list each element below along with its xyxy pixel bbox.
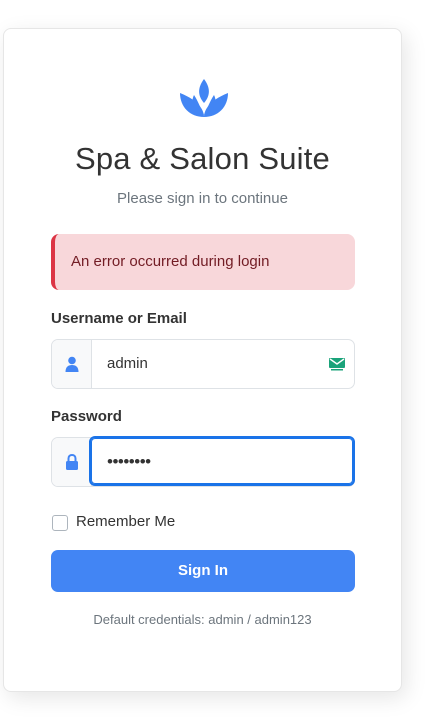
default-credentials-hint: Default credentials: admin / admin123 [93, 612, 312, 627]
remember-me-checkbox[interactable] [52, 515, 68, 531]
username-input-group: admin [51, 339, 355, 389]
password-input[interactable]: •••••••• [107, 438, 151, 486]
sign-in-button[interactable]: Sign In [51, 550, 355, 592]
spa-lotus-icon [180, 79, 228, 117]
lock-icon [52, 438, 92, 486]
page-subtitle: Please sign in to continue [117, 190, 288, 207]
page-title: Spa & Salon Suite [74, 141, 331, 176]
username-label: Username or Email [51, 310, 187, 327]
autofill-icon[interactable] [329, 357, 345, 371]
error-alert: An error occurred during login [51, 234, 355, 290]
password-label: Password [51, 408, 122, 425]
login-card: Spa & Salon Suite Please sign in to cont… [3, 28, 402, 692]
remember-me-label[interactable]: Remember Me [76, 513, 175, 530]
password-input-group: •••••••• [51, 436, 355, 487]
username-input[interactable]: admin [107, 340, 148, 388]
user-icon [52, 340, 92, 388]
